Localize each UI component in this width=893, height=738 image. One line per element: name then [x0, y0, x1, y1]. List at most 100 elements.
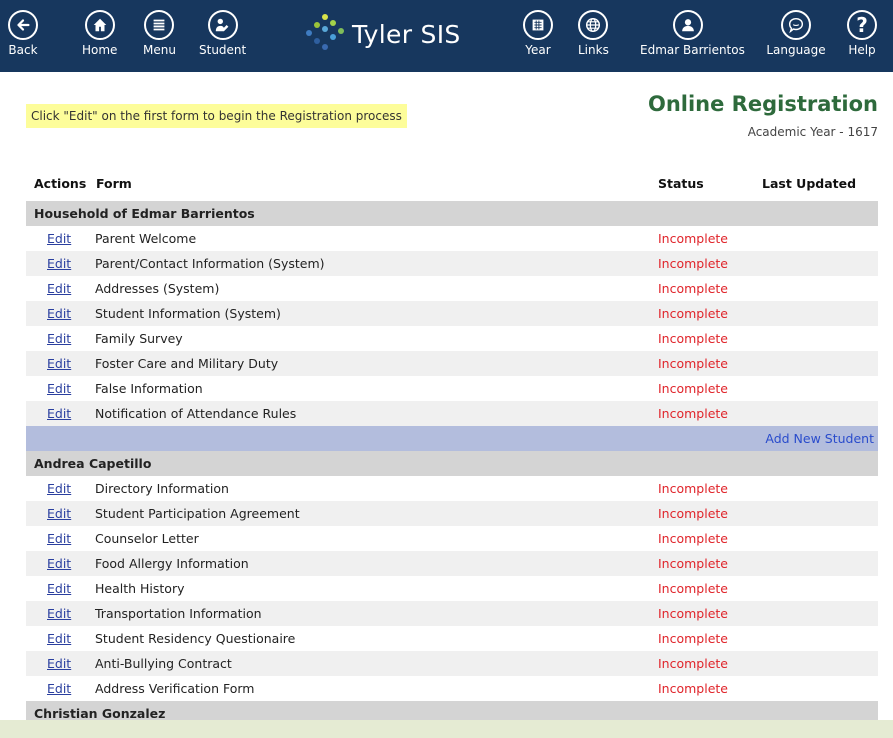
form-name: Health History: [95, 581, 185, 596]
form-name: Student Information (System): [95, 306, 281, 321]
status-text: Incomplete: [658, 281, 728, 296]
column-header-last-updated: Last Updated: [762, 176, 857, 191]
edit-link[interactable]: Edit: [47, 301, 71, 326]
menu-label: Menu: [143, 43, 176, 57]
language-button[interactable]: Language: [766, 10, 826, 57]
edit-link[interactable]: Edit: [47, 251, 71, 276]
year-label: Year: [525, 43, 551, 57]
edit-link[interactable]: Edit: [47, 226, 71, 251]
menu-button[interactable]: Menu: [143, 10, 176, 57]
table-row: Edit Parent Welcome Incomplete: [26, 226, 878, 251]
form-name: Family Survey: [95, 331, 183, 346]
form-name: Notification of Attendance Rules: [95, 406, 297, 421]
edit-link[interactable]: Edit: [47, 376, 71, 401]
page-title: Online Registration: [647, 92, 878, 116]
help-button[interactable]: ? Help: [847, 10, 877, 57]
top-navigation-bar: Back Home Menu Student Tyler SIS Year Li…: [0, 0, 893, 72]
status-text: Incomplete: [658, 481, 728, 496]
table-row: Edit Notification of Attendance Rules Inco…: [26, 401, 878, 426]
student-icon: [207, 10, 238, 40]
links-label: Links: [578, 43, 609, 57]
status-text: Incomplete: [658, 606, 728, 621]
logo-title: Tyler SIS: [352, 19, 461, 49]
status-text: Incomplete: [658, 356, 728, 371]
status-text: Incomplete: [658, 506, 728, 521]
back-label: Back: [8, 43, 38, 57]
form-name: Student Participation Agreement: [95, 506, 300, 521]
bottom-status-bar: [0, 720, 893, 738]
year-button[interactable]: Year: [523, 10, 553, 57]
table-row: Edit Student Residency Questionaire Incomp…: [26, 626, 878, 651]
home-label: Home: [82, 43, 118, 57]
status-text: Incomplete: [658, 256, 728, 271]
add-new-student-link[interactable]: Add New Student: [765, 431, 874, 446]
table-row: Edit Transportation Information Incomplete: [26, 601, 878, 626]
column-header-form: Form: [96, 176, 132, 191]
user-icon: [673, 10, 703, 40]
registration-forms-table: Household of Edmar Barrientos Edit Parent…: [26, 201, 878, 726]
edit-link[interactable]: Edit: [47, 401, 71, 426]
table-row: Edit Food Allergy Information Incomplete: [26, 551, 878, 576]
edit-link[interactable]: Edit: [47, 276, 71, 301]
table-row: Edit False Information Incomplete: [26, 376, 878, 401]
help-label: Help: [848, 43, 876, 57]
form-name: Counselor Letter: [95, 531, 199, 546]
edit-link[interactable]: Edit: [47, 551, 71, 576]
table-row: Edit Counselor Letter Incomplete: [26, 526, 878, 551]
edit-link[interactable]: Edit: [47, 626, 71, 651]
form-name: Foster Care and Military Duty: [95, 356, 279, 371]
speech-bubble-icon: [781, 10, 811, 40]
registration-hint: Click "Edit" on the first form to begin …: [26, 104, 407, 128]
table-row: Edit Addresses (System) Incomplete: [26, 276, 878, 301]
edit-link[interactable]: Edit: [47, 351, 71, 376]
back-arrow-icon: [8, 10, 38, 40]
home-icon: [84, 10, 115, 40]
table-row: Edit Address Verification Form Incomplete: [26, 676, 878, 701]
form-name: Address Verification Form: [95, 681, 255, 696]
edit-link[interactable]: Edit: [47, 576, 71, 601]
edit-link[interactable]: Edit: [47, 476, 71, 501]
table-row: Edit Directory Information Incomplete: [26, 476, 878, 501]
links-button[interactable]: Links: [578, 10, 609, 57]
status-text: Incomplete: [658, 381, 728, 396]
edit-link[interactable]: Edit: [47, 326, 71, 351]
user-name-label: Edmar Barrientos: [640, 43, 745, 57]
status-text: Incomplete: [658, 681, 728, 696]
status-text: Incomplete: [658, 656, 728, 671]
question-mark-icon: ?: [847, 10, 877, 40]
home-button[interactable]: Home: [82, 10, 117, 57]
status-text: Incomplete: [658, 631, 728, 646]
student-label: Student: [199, 43, 247, 57]
table-row: Edit Anti-Bullying Contract Incomplete: [26, 651, 878, 676]
form-name: Food Allergy Information: [95, 556, 249, 571]
edit-link[interactable]: Edit: [47, 601, 71, 626]
form-name: Transportation Information: [95, 606, 262, 621]
user-button[interactable]: Edmar Barrientos: [640, 10, 745, 57]
group-header: Household of Edmar Barrientos: [26, 201, 878, 226]
tyler-sis-logo: Tyler SIS: [300, 12, 461, 56]
status-text: Incomplete: [658, 231, 728, 246]
table-row: Edit Student Participation Agreement Incom…: [26, 501, 878, 526]
edit-link[interactable]: Edit: [47, 526, 71, 551]
back-button[interactable]: Back: [8, 10, 38, 57]
form-name: False Information: [95, 381, 203, 396]
status-text: Incomplete: [658, 531, 728, 546]
add-student-row: Add New Student: [26, 426, 878, 451]
status-text: Incomplete: [658, 306, 728, 321]
table-row: Edit Family Survey Incomplete: [26, 326, 878, 351]
edit-link[interactable]: Edit: [47, 676, 71, 701]
edit-link[interactable]: Edit: [47, 651, 71, 676]
table-row: Edit Health History Incomplete: [26, 576, 878, 601]
student-button[interactable]: Student: [199, 10, 246, 57]
column-header-status: Status: [658, 176, 704, 191]
menu-list-icon: [144, 10, 175, 40]
form-name: Student Residency Questionaire: [95, 631, 296, 646]
academic-year: Academic Year - 1617: [747, 125, 878, 139]
edit-link[interactable]: Edit: [47, 501, 71, 526]
table-row: Edit Foster Care and Military Duty Incompl…: [26, 351, 878, 376]
group-header: Andrea Capetillo: [26, 451, 878, 476]
table-row: Edit Parent/Contact Information (System) I…: [26, 251, 878, 276]
form-name: Addresses (System): [95, 281, 220, 296]
form-name: Directory Information: [95, 481, 229, 496]
form-name: Parent Welcome: [95, 231, 197, 246]
